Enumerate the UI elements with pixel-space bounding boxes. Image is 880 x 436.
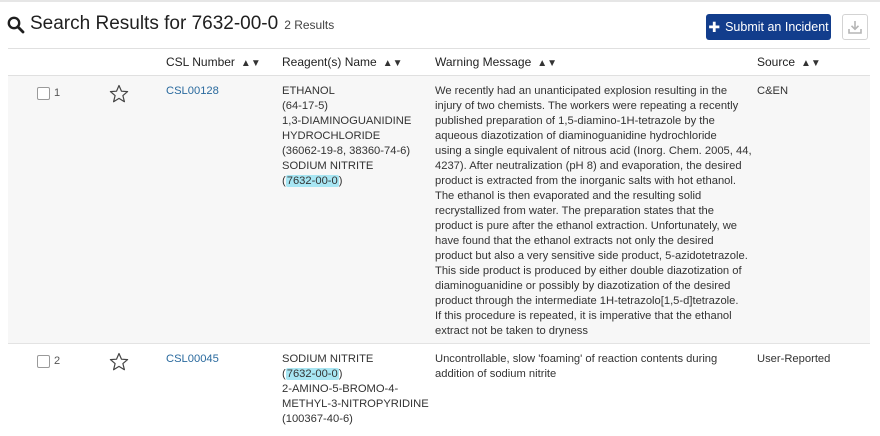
warning-line: aqueous diazotization of diaminoguanidin…	[435, 130, 717, 142]
results-table: CSL Number ▲▼ Reagent(s) Name ▲▼ Warning M…	[8, 48, 870, 429]
page-title-text: Search Results for 7632-00-0	[30, 13, 279, 34]
search-term-highlight: 7632-00-0	[285, 175, 339, 187]
paren-close: )	[338, 368, 343, 380]
source: User-Reported	[757, 353, 831, 365]
page-title: Search Results for 7632-00-0 2 Results	[30, 13, 334, 35]
warning-line: product through the intermediate 1H-tetr…	[435, 295, 739, 307]
submit-incident-label: Submit an Incident	[725, 20, 829, 34]
warning-line: published preparation of 1,5-diamino-1H-…	[435, 115, 715, 127]
reagent-names: ETHANOL (64-17-5) 1,3-DIAMINOGUANIDINE H…	[282, 84, 417, 189]
column-header-label: CSL Number	[166, 55, 235, 69]
top-divider	[0, 0, 880, 2]
warning-line: extract not be taken to dryness	[435, 325, 588, 337]
warning-message: Uncontrollable, slow 'foaming' of reacti…	[435, 352, 747, 382]
column-header-label: Source	[757, 55, 796, 69]
source: C&EN	[757, 85, 789, 97]
search-term-highlight: 7632-00-0	[285, 368, 339, 380]
results-header: Search Results for 7632-00-0 2 Results ✚ …	[0, 8, 880, 48]
csl-number-link[interactable]: CSL00128	[166, 84, 219, 99]
warning-message: We recently had an unanticipated explosi…	[435, 84, 752, 339]
row-checkbox[interactable]	[37, 87, 50, 100]
warning-line: addition of sodium nitrite	[435, 368, 557, 380]
sort-icon: ▲▼	[537, 58, 558, 69]
warning-line: diaminoguanidine or possibly by diazotiz…	[435, 280, 731, 292]
column-header-warning-message[interactable]: Warning Message ▲▼	[435, 55, 557, 69]
reagent-cas-line: (7632-00-0)	[282, 174, 417, 189]
sort-icon: ▲▼	[240, 58, 261, 69]
reagent-line: (36062-19-8, 38360-74-6)	[282, 145, 411, 157]
warning-line: using a single equivalent of nitrous aci…	[435, 145, 752, 157]
reagent-line: 2-AMINO-5-BROMO-4-	[282, 383, 399, 395]
warning-line: product is extracted from the inorganic …	[435, 175, 736, 187]
column-header-source[interactable]: Source ▲▼	[757, 55, 821, 69]
csl-number-link[interactable]: CSL00045	[166, 352, 219, 367]
reagent-line: SODIUM NITRITE	[282, 353, 374, 365]
download-button[interactable]	[842, 14, 868, 40]
table-header: CSL Number ▲▼ Reagent(s) Name ▲▼ Warning M…	[8, 48, 870, 76]
row-index: 1	[54, 87, 61, 99]
reagent-line: ETHANOL	[282, 85, 335, 97]
download-icon	[848, 21, 862, 34]
search-icon	[7, 16, 25, 34]
warning-line: We recently had an unanticipated explosi…	[435, 85, 728, 97]
row-index: 2	[54, 355, 61, 367]
reagent-line: 1,3-DIAMINOGUANIDINE	[282, 115, 412, 127]
reagent-line: SODIUM NITRITE	[282, 160, 374, 172]
row-select[interactable]: 2	[37, 354, 60, 369]
warning-line: product but also a very sensitive side p…	[435, 250, 748, 262]
reagent-line: (64-17-5)	[282, 100, 329, 112]
warning-line: Uncontrollable, slow 'foaming' of reacti…	[435, 353, 718, 365]
warning-line: have found that the ethanol extracts not…	[435, 235, 714, 247]
table-row: 2 CSL00045 SODIUM NITRITE (7632-00-0) 2-…	[8, 344, 870, 429]
star-icon[interactable]	[109, 352, 129, 372]
reagent-names: SODIUM NITRITE (7632-00-0) 2-AMINO-5-BRO…	[282, 352, 429, 427]
warning-line: injury of two chemists. The workers were…	[435, 100, 739, 112]
sort-icon: ▲▼	[801, 58, 821, 69]
column-header-reagent-name[interactable]: Reagent(s) Name ▲▼	[282, 55, 403, 69]
table-row: 1 CSL00128 ETHANOL (64-17-5) 1,3-DIAMINO…	[8, 76, 870, 344]
column-header-label: Warning Message	[435, 55, 532, 69]
plus-icon: ✚	[708, 19, 721, 35]
warning-line: recrystallized from water. The preparati…	[435, 205, 714, 217]
reagent-line: (100367-40-6)	[282, 413, 353, 425]
paren-close: )	[338, 175, 343, 187]
result-count: 2 Results	[284, 18, 335, 32]
warning-line: This side product is produced by either …	[435, 265, 742, 277]
reagent-line: METHYL-3-NITROPYRIDINE	[282, 398, 429, 410]
sort-icon: ▲▼	[382, 58, 403, 69]
row-select[interactable]: 1	[37, 86, 60, 101]
row-checkbox[interactable]	[37, 355, 50, 368]
star-icon[interactable]	[109, 84, 129, 104]
warning-line: product is pure after the ethanol extrac…	[435, 220, 738, 232]
submit-incident-button[interactable]: ✚ Submit an Incident	[706, 14, 831, 40]
column-header-label: Reagent(s) Name	[282, 55, 377, 69]
reagent-line: HYDROCHLORIDE	[282, 130, 381, 142]
warning-line: 4237). After neutralization (pH 8) and e…	[435, 160, 742, 172]
warning-line: The ethanol is then evaporated and the r…	[435, 190, 702, 202]
warning-line: If this procedure is repeated, it is imp…	[435, 310, 732, 322]
column-header-csl-number[interactable]: CSL Number ▲▼	[166, 55, 261, 69]
reagent-cas-line: (7632-00-0)	[282, 367, 417, 382]
